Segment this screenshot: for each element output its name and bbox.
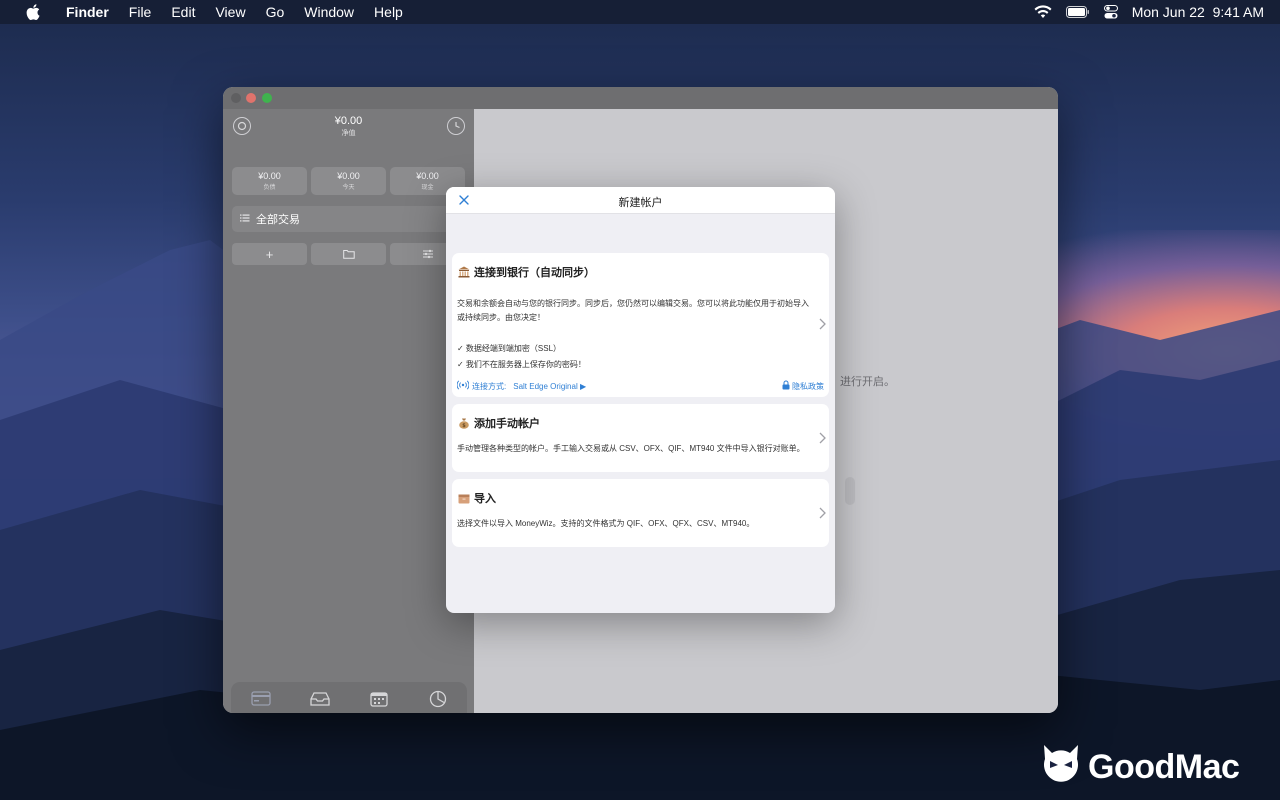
password-check-line: ✓ 我们不在服务器上保存你的密码！	[457, 360, 586, 369]
empty-state-hint: 进行开启。	[840, 376, 895, 388]
calendar-icon	[369, 691, 388, 709]
bank-icon	[458, 266, 470, 278]
tab-label: 帐户	[253, 712, 269, 713]
goodmac-watermark: GoodMac	[1040, 743, 1240, 792]
menubar-clock[interactable]: Mon Jun 22 9:41 AM	[1132, 4, 1264, 20]
zoom-window-button[interactable]	[262, 93, 272, 103]
import-card-title: 导入	[474, 493, 496, 505]
menu-go[interactable]: Go	[266, 4, 285, 20]
control-center-icon[interactable]	[1103, 5, 1118, 19]
tab-accounts[interactable]: 帐户	[236, 691, 286, 713]
manual-account-card[interactable]: $ 添加手动帐户 手动管理各种类型的帐户。手工输入交易或从 CSV、OFX、QI…	[452, 404, 829, 472]
pie-chart-icon	[429, 690, 447, 710]
import-card-description: 选择文件以导入 MoneyWiz。支持的文件格式为 QIF、OFX、QFX、CS…	[457, 519, 755, 528]
minimize-window-button[interactable]	[246, 93, 256, 103]
import-card[interactable]: 导入 选择文件以导入 MoneyWiz。支持的文件格式为 QIF、OFX、QFX…	[452, 479, 829, 547]
stat-value: ¥0.00	[258, 171, 281, 181]
net-worth: ¥0.00 净值	[223, 115, 474, 138]
empty-state-button[interactable]	[845, 477, 855, 505]
bank-card-title: 连接到银行（自动同步）	[474, 267, 595, 279]
chart-settings-icon[interactable]	[447, 117, 465, 135]
card-title: 连接到银行（自动同步）	[458, 264, 595, 280]
devil-logo-icon	[1040, 743, 1082, 792]
privacy-policy-link[interactable]: 隐私政策	[782, 380, 824, 392]
stat-value: ¥0.00	[337, 171, 360, 181]
folder-icon	[342, 247, 355, 262]
chevron-right-icon	[819, 432, 826, 444]
stat-value: ¥0.00	[416, 171, 439, 181]
list-icon	[240, 213, 250, 225]
card-icon	[250, 691, 271, 708]
sidebar: ¥0.00 净值 ¥0.00 负债 ¥0.00 今天 ¥0.00 现金 全部交易…	[223, 109, 474, 713]
plus-icon: +	[265, 246, 274, 262]
svg-text:$: $	[462, 423, 466, 429]
menu-file[interactable]: File	[129, 4, 152, 20]
card-title: 导入	[458, 490, 496, 506]
tab-label: 预定	[371, 713, 387, 714]
tray-icon	[309, 691, 330, 708]
menu-help[interactable]: Help	[374, 4, 403, 20]
add-account-button[interactable]: +	[232, 243, 307, 265]
lock-icon	[782, 380, 790, 392]
title-bar	[223, 87, 1058, 109]
stat-label: 负债	[263, 185, 276, 191]
ssl-check-line: ✓ 数据经端到端加密（SSL）	[457, 344, 562, 353]
net-worth-amount: ¥0.00	[334, 115, 363, 127]
money-bag-icon: $	[458, 417, 470, 429]
menu-view[interactable]: View	[215, 4, 245, 20]
bottom-tab-bar: 帐户 预算 预定 报表	[231, 682, 467, 713]
stat-liabilities[interactable]: ¥0.00 负债	[232, 167, 307, 195]
net-worth-label: 净值	[341, 130, 356, 137]
privacy-policy-label: 隐私政策	[792, 381, 824, 391]
manual-card-title: 添加手动帐户	[474, 418, 540, 430]
antenna-icon	[456, 380, 470, 392]
wifi-icon[interactable]	[1034, 5, 1052, 19]
menu-window[interactable]: Window	[304, 4, 354, 20]
stat-today[interactable]: ¥0.00 今天	[311, 167, 386, 195]
chevron-right-icon	[819, 318, 826, 330]
connection-method[interactable]: 连接方式: Salt Edge Original ▶	[456, 380, 586, 392]
tab-budgets[interactable]: 预算	[295, 691, 345, 713]
new-account-dialog: 新建帐户 连接到银行（自动同步） 交易和余额会自动与您的银行同步。同步后，您仍然…	[446, 187, 835, 613]
connect-bank-card[interactable]: 连接到银行（自动同步） 交易和余额会自动与您的银行同步。同步后，您仍然可以编辑交…	[452, 253, 829, 397]
close-window-button[interactable]	[231, 93, 241, 103]
manual-card-description: 手动管理各种类型的帐户。手工输入交易或从 CSV、OFX、QIF、MT940 文…	[457, 444, 805, 453]
tab-label: 预算	[312, 712, 328, 713]
all-transactions-item[interactable]: 全部交易	[232, 206, 466, 232]
import-box-icon	[458, 492, 470, 504]
apple-icon[interactable]	[26, 4, 42, 20]
tab-scheduled[interactable]: 预定	[354, 691, 404, 714]
menu-finder[interactable]: Finder	[66, 4, 109, 20]
chevron-right-icon	[819, 507, 826, 519]
add-group-button[interactable]	[311, 243, 386, 265]
menu-edit[interactable]: Edit	[171, 4, 195, 20]
watermark-text: GoodMac	[1088, 748, 1240, 786]
battery-icon[interactable]	[1065, 6, 1090, 18]
all-transactions-label: 全部交易	[256, 214, 300, 226]
connection-provider-link[interactable]: Salt Edge Original ▶	[513, 382, 586, 391]
dialog-title: 新建帐户	[618, 197, 663, 209]
card-title: $ 添加手动帐户	[458, 415, 540, 431]
menu-bar: Finder File Edit View Go Window Help Mon…	[0, 0, 1280, 24]
connection-method-label: 连接方式:	[472, 381, 507, 391]
bank-card-description: 交易和余额会自动与您的银行同步。同步后，您仍然可以编辑交易。您可以将此功能仅用于…	[457, 299, 809, 322]
stat-label: 今天	[342, 185, 355, 191]
sliders-icon	[422, 247, 434, 262]
dialog-header: 新建帐户	[446, 187, 835, 214]
tab-reports[interactable]: 报表	[413, 690, 463, 714]
